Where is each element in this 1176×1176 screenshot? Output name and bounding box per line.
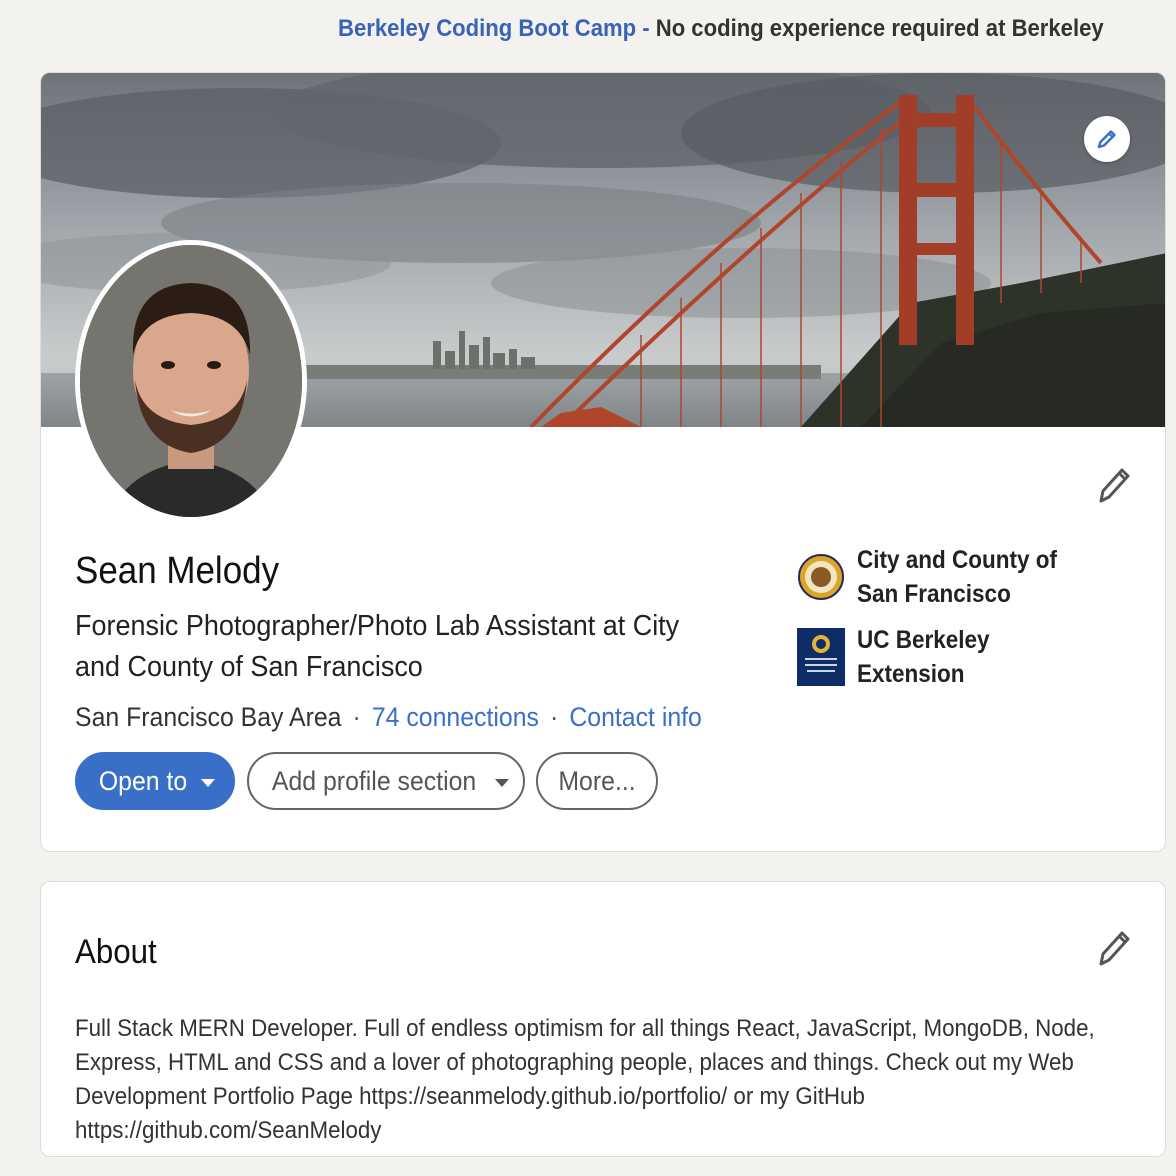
connections-link[interactable]: 74 connections — [372, 702, 539, 732]
open-to-button[interactable]: Open to — [75, 752, 235, 810]
profile-headline: Forensic Photographer/Photo Lab Assistan… — [75, 610, 680, 683]
ad-text: No coding experience required at Berkele… — [655, 15, 1109, 42]
profile-location: San Francisco Bay Area — [75, 702, 342, 732]
organization-name: City and County of San Francisco — [857, 546, 1057, 608]
edit-intro-button[interactable] — [1093, 463, 1133, 507]
caret-down-icon — [201, 778, 216, 787]
organization-item[interactable]: UC Berkeley Extension — [797, 623, 1117, 691]
about-text: Full Stack MERN Developer. Full of endle… — [75, 1015, 1095, 1144]
profile-top-card: Sean Melody Forensic Photographer/Photo … — [40, 72, 1166, 852]
open-to-label: Open to — [98, 766, 188, 796]
organization-item[interactable]: City and County of San Francisco — [797, 543, 1117, 611]
profile-photo[interactable] — [75, 240, 307, 522]
profile-photo-image — [80, 245, 302, 517]
edit-about-button[interactable] — [1093, 926, 1133, 970]
meta-separator: · — [352, 702, 361, 732]
about-title: About — [75, 933, 157, 971]
edit-banner-button[interactable] — [1084, 116, 1130, 162]
ad-separator: - — [636, 15, 656, 42]
more-button[interactable]: More... — [536, 752, 658, 810]
pencil-icon — [1099, 931, 1130, 966]
ad-banner[interactable]: Berkeley Coding Boot Camp - No coding ex… — [338, 12, 1109, 46]
ad-sponsor-link[interactable]: Berkeley Coding Boot Camp — [338, 15, 636, 42]
add-profile-section-label: Add profile section — [271, 766, 477, 796]
contact-info-link[interactable]: Contact info — [569, 702, 702, 732]
add-profile-section-button[interactable]: Add profile section — [247, 752, 525, 810]
pencil-icon — [1097, 130, 1116, 149]
caret-down-icon — [495, 778, 510, 787]
more-label: More... — [558, 766, 636, 796]
profile-meta-line: San Francisco Bay Area · 74 connections · Co… — [75, 697, 702, 737]
meta-separator: · — [549, 702, 559, 732]
organization-name: UC Berkeley Extension — [857, 626, 990, 688]
city-seal-icon — [797, 548, 845, 606]
about-card: About Full Stack MERN Developer. Full of… — [40, 881, 1166, 1157]
uc-berkeley-logo-icon — [797, 628, 845, 686]
profile-name: Sean Melody — [75, 550, 280, 592]
pencil-icon — [1099, 468, 1130, 503]
